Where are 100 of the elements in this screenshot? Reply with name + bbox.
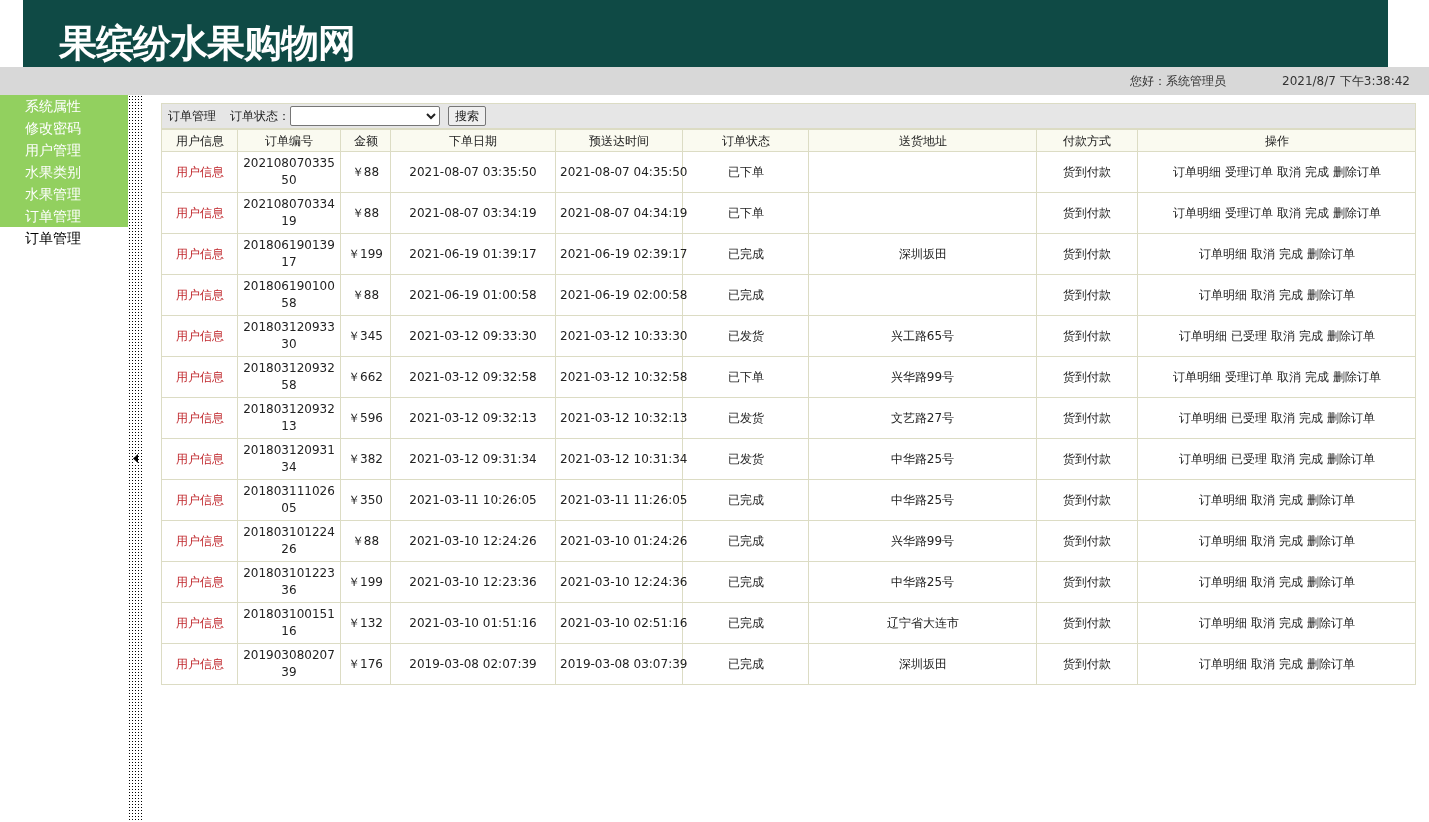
- action-link[interactable]: 订单明细: [1172, 204, 1221, 222]
- table-cell: 20180312093258: [237, 356, 341, 398]
- action-link[interactable]: 取消: [1276, 368, 1301, 386]
- action-link[interactable]: 已受理: [1230, 327, 1267, 345]
- action-link[interactable]: 取消: [1250, 286, 1275, 304]
- status-select[interactable]: [290, 106, 440, 126]
- action-link[interactable]: 完成: [1298, 409, 1323, 427]
- table-cell: 辽宁省大连市: [808, 602, 1037, 644]
- action-link[interactable]: 完成: [1304, 163, 1329, 181]
- table-cell: 中华路25号: [808, 438, 1037, 480]
- action-link[interactable]: 受理订单: [1224, 368, 1273, 386]
- table-cell: 20180310015116: [237, 602, 341, 644]
- action-link[interactable]: 删除订单: [1306, 286, 1355, 304]
- table-cell: 货到付款: [1036, 233, 1138, 275]
- table-cell: ￥88: [340, 274, 391, 316]
- action-link[interactable]: 完成: [1278, 573, 1303, 591]
- table-cell: 20180312093330: [237, 315, 341, 357]
- filter-label: 订单状态：: [230, 108, 290, 125]
- datetime-text: 2021/8/7 下午3:38:42: [1282, 73, 1410, 90]
- table-cell: 2021-06-19 01:39:17: [390, 233, 556, 275]
- action-link[interactable]: 订单明细: [1198, 573, 1247, 591]
- action-link[interactable]: 订单明细: [1172, 368, 1221, 386]
- action-link[interactable]: 完成: [1298, 450, 1323, 468]
- action-link[interactable]: 取消: [1250, 245, 1275, 263]
- action-link[interactable]: 订单明细: [1198, 286, 1247, 304]
- action-link[interactable]: 订单明细: [1198, 532, 1247, 550]
- action-link[interactable]: 删除订单: [1306, 245, 1355, 263]
- action-link[interactable]: 完成: [1304, 204, 1329, 222]
- action-link[interactable]: 订单明细: [1172, 163, 1221, 181]
- action-link[interactable]: 删除订单: [1326, 327, 1375, 345]
- table-cell: 中华路25号: [808, 479, 1037, 521]
- table-cell: 货到付款: [1036, 356, 1138, 398]
- action-link[interactable]: 删除订单: [1332, 368, 1381, 386]
- action-link[interactable]: 删除订单: [1306, 614, 1355, 632]
- action-link[interactable]: 完成: [1304, 368, 1329, 386]
- table-cell: 20180311102605: [237, 479, 341, 521]
- action-link[interactable]: 删除订单: [1332, 204, 1381, 222]
- action-link[interactable]: 取消: [1270, 450, 1295, 468]
- action-link[interactable]: 取消: [1250, 491, 1275, 509]
- action-link[interactable]: 完成: [1278, 491, 1303, 509]
- action-link[interactable]: 取消: [1270, 327, 1295, 345]
- search-button[interactable]: 搜索: [448, 106, 486, 126]
- table-cell: 2019-03-08 02:07:39: [390, 643, 556, 685]
- table-cell: 2021-03-12 09:32:13: [390, 397, 556, 439]
- table-cell: 货到付款: [1036, 397, 1138, 439]
- action-link[interactable]: 取消: [1250, 614, 1275, 632]
- column-header: 金额: [340, 129, 391, 152]
- action-link[interactable]: 取消: [1250, 655, 1275, 673]
- table-cell: 兴工路65号: [808, 315, 1037, 357]
- action-link[interactable]: 完成: [1298, 327, 1323, 345]
- action-link[interactable]: 删除订单: [1306, 532, 1355, 550]
- table-cell: 货到付款: [1036, 643, 1138, 685]
- action-link[interactable]: 取消: [1276, 204, 1301, 222]
- action-link[interactable]: 删除订单: [1326, 450, 1375, 468]
- action-link[interactable]: 受理订单: [1224, 204, 1273, 222]
- table-cell: 2021-03-10 01:51:16: [390, 602, 556, 644]
- table-cell: 深圳坂田: [808, 233, 1037, 275]
- column-header: 操作: [1137, 129, 1416, 152]
- action-link[interactable]: 删除订单: [1332, 163, 1381, 181]
- action-link[interactable]: 已受理: [1230, 450, 1267, 468]
- table-cell: 2021-03-11 10:26:05: [390, 479, 556, 521]
- table-cell: 深圳坂田: [808, 643, 1037, 685]
- action-link[interactable]: 取消: [1250, 573, 1275, 591]
- table-cell: 2021-03-10 12:23:36: [390, 561, 556, 603]
- table-cell: 货到付款: [1036, 315, 1138, 357]
- action-link[interactable]: 订单明细: [1198, 614, 1247, 632]
- action-link[interactable]: 完成: [1278, 286, 1303, 304]
- table-cell: ￥88: [340, 520, 391, 562]
- table-cell: 兴华路99号: [808, 520, 1037, 562]
- action-link[interactable]: 订单明细: [1198, 655, 1247, 673]
- action-link[interactable]: 删除订单: [1306, 655, 1355, 673]
- action-link[interactable]: 取消: [1276, 163, 1301, 181]
- table-cell: 20180310122426: [237, 520, 341, 562]
- action-link[interactable]: 删除订单: [1306, 491, 1355, 509]
- action-link[interactable]: 已受理: [1230, 409, 1267, 427]
- action-link[interactable]: 完成: [1278, 655, 1303, 673]
- action-link[interactable]: 受理订单: [1224, 163, 1273, 181]
- table-cell: ￥176: [340, 643, 391, 685]
- action-link[interactable]: 删除订单: [1306, 573, 1355, 591]
- table-cell: ￥662: [340, 356, 391, 398]
- table-cell: 2021-08-07 03:34:19: [390, 192, 556, 234]
- table-cell: ￥345: [340, 315, 391, 357]
- collapse-arrow-icon[interactable]: [133, 454, 138, 463]
- table-cell: ￥350: [340, 479, 391, 521]
- toolbar-title: 订单管理: [168, 108, 216, 125]
- action-link[interactable]: 完成: [1278, 614, 1303, 632]
- table-cell: 货到付款: [1036, 274, 1138, 316]
- action-link[interactable]: 取消: [1270, 409, 1295, 427]
- action-link[interactable]: 完成: [1278, 245, 1303, 263]
- action-link[interactable]: 订单明细: [1178, 450, 1227, 468]
- action-link[interactable]: 删除订单: [1326, 409, 1375, 427]
- column-header: 下单日期: [390, 129, 556, 152]
- table-cell: 2021-03-12 09:32:58: [390, 356, 556, 398]
- action-link[interactable]: 完成: [1278, 532, 1303, 550]
- action-link[interactable]: 订单明细: [1198, 245, 1247, 263]
- action-link[interactable]: 订单明细: [1178, 327, 1227, 345]
- action-link[interactable]: 订单明细: [1198, 491, 1247, 509]
- table-cell: 20180310122336: [237, 561, 341, 603]
- action-link[interactable]: 取消: [1250, 532, 1275, 550]
- action-link[interactable]: 订单明细: [1178, 409, 1227, 427]
